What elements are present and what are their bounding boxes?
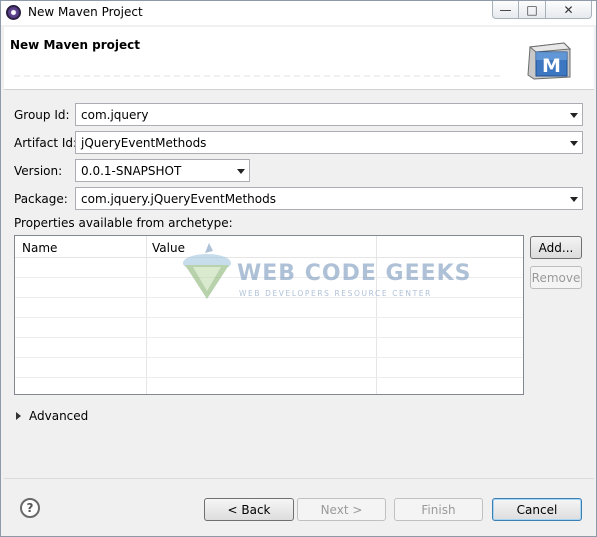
maven-logo-icon: M xyxy=(527,42,572,80)
wizard-banner: New Maven project M xyxy=(4,27,594,90)
package-combo[interactable]: com.jquery.jQueryEventMethods xyxy=(75,187,583,210)
chevron-down-icon[interactable] xyxy=(570,141,578,146)
column-divider xyxy=(146,236,147,394)
chevron-down-icon[interactable] xyxy=(237,169,245,174)
package-value: com.jquery.jQueryEventMethods xyxy=(81,192,276,206)
add-property-button[interactable]: Add... xyxy=(530,236,582,259)
cancel-button[interactable]: Cancel xyxy=(492,498,582,521)
window-title: New Maven Project xyxy=(28,5,143,19)
column-header-value[interactable]: Value xyxy=(152,241,185,255)
table-row-divider xyxy=(15,377,523,378)
eclipse-app-icon xyxy=(6,5,21,20)
chevron-down-icon[interactable] xyxy=(570,113,578,118)
table-row-divider xyxy=(15,317,523,318)
column-header-name[interactable]: Name xyxy=(22,241,57,255)
properties-label: Properties available from archetype: xyxy=(14,216,233,230)
minimize-button[interactable]: — xyxy=(492,1,519,19)
footer-divider xyxy=(4,478,594,479)
chevron-down-icon[interactable] xyxy=(570,197,578,202)
properties-table[interactable]: Name Value xyxy=(14,235,524,395)
close-button[interactable]: ✕ xyxy=(546,1,592,19)
table-row-divider xyxy=(15,357,523,358)
back-button[interactable]: < Back xyxy=(204,498,294,521)
group-id-label: Group Id: xyxy=(14,108,70,122)
finish-button[interactable]: Finish xyxy=(394,498,483,521)
artifact-id-combo[interactable]: jQueryEventMethods xyxy=(75,131,583,154)
new-maven-project-window: New Maven Project — □ ✕ New Maven projec… xyxy=(0,0,597,537)
group-id-value: com.jquery xyxy=(81,108,149,122)
artifact-id-value: jQueryEventMethods xyxy=(81,136,207,150)
artifact-id-label: Artifact Id: xyxy=(14,136,78,150)
version-value: 0.0.1-SNAPSHOT xyxy=(81,164,182,178)
maven-logo-letter: M xyxy=(542,55,561,77)
table-row-divider xyxy=(15,297,523,298)
version-label: Version: xyxy=(14,164,63,178)
expand-arrow-icon[interactable] xyxy=(16,412,21,420)
table-row-divider xyxy=(15,277,523,278)
window-controls: — □ ✕ xyxy=(492,1,592,19)
table-row-divider xyxy=(15,337,523,338)
help-icon[interactable]: ? xyxy=(20,498,40,518)
maximize-button[interactable]: □ xyxy=(519,1,546,19)
page-title: New Maven project xyxy=(10,38,141,52)
next-button[interactable]: Next > xyxy=(297,498,386,521)
remove-property-button[interactable]: Remove xyxy=(530,266,582,289)
package-label: Package: xyxy=(14,192,68,206)
title-bar: New Maven Project — □ ✕ xyxy=(1,1,596,25)
table-header: Name Value xyxy=(15,236,523,258)
group-id-combo[interactable]: com.jquery xyxy=(75,103,583,126)
version-combo[interactable]: 0.0.1-SNAPSHOT xyxy=(75,159,250,182)
column-divider xyxy=(376,236,377,394)
advanced-label: Advanced xyxy=(29,409,89,423)
banner-divider xyxy=(12,75,502,77)
advanced-section-toggle[interactable]: Advanced xyxy=(16,409,88,423)
